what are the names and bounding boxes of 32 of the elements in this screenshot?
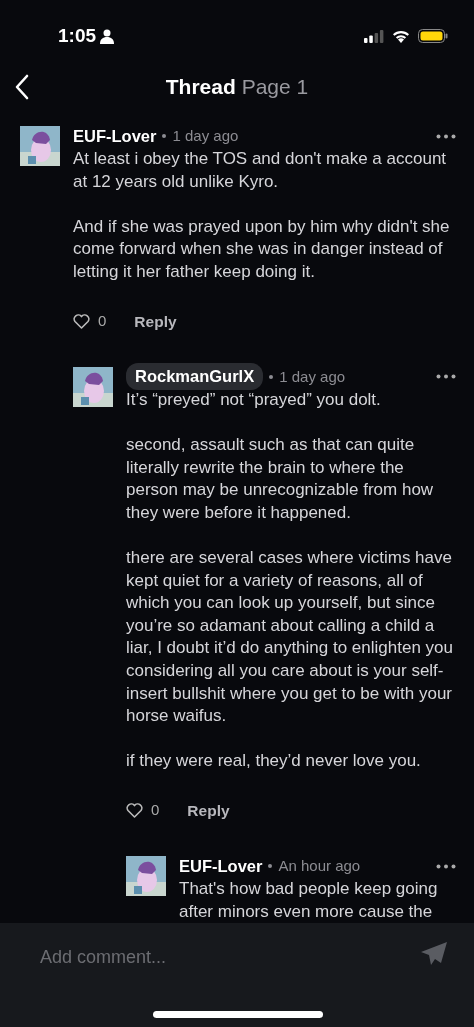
page-title: Thread Page 1	[165, 74, 309, 101]
heart-icon[interactable]	[73, 313, 90, 329]
wifi-icon	[392, 29, 410, 43]
comment-text: That's how bad people keep going after minors even more cause the	[179, 878, 439, 923]
comment-time: An hour ago	[278, 855, 361, 876]
like-count: 0	[98, 310, 107, 331]
signal-icon	[364, 29, 384, 43]
person-icon	[100, 28, 115, 44]
battery-icon	[418, 29, 448, 43]
comment-text: second, assault such as that can quite literally rewrite the brain to where the person may be unrecognizable from how they were before it happened.	[126, 434, 435, 524]
comment-time: 1 day ago	[279, 366, 346, 387]
comment-text: And if she was prayed upon by him why didn't she come forward when she was in danger instead of letting it her father keep doing it.	[73, 215, 451, 283]
separator-dot	[162, 134, 167, 138]
comment-text: At least i obey the TOS and don't make a account at 12 years old unlike Kyro.	[73, 148, 448, 193]
reply-button[interactable]: Reply	[187, 798, 230, 823]
author-tag: RockmanGurlX	[126, 363, 264, 391]
more-icon[interactable]	[436, 863, 456, 869]
author-name: EUF-Lover	[179, 855, 263, 877]
comment-text: there are several cases where victims have kept quiet for a variety of reasons, all of which you can look up yourself, but since you’re so adamant about calling a child a liar, I doubt it’d do anything to enlighten you considering all you care about is your self-insert bullshit where you get to be with your horse waifus.	[126, 546, 454, 728]
comment-time: 1 day ago	[172, 125, 239, 146]
more-icon[interactable]	[436, 133, 456, 139]
like-count: 0	[151, 800, 160, 821]
author-name: EUF-Lover	[73, 125, 157, 147]
clock-time: 1:05	[58, 23, 97, 48]
separator-dot	[269, 374, 274, 379]
reply-button[interactable]: Reply	[134, 309, 177, 333]
send-button[interactable]	[420, 941, 448, 967]
comment-text: if they were real, they’d never love you.	[126, 750, 422, 773]
more-icon[interactable]	[436, 374, 456, 380]
separator-dot	[268, 864, 273, 869]
heart-icon[interactable]	[126, 803, 143, 819]
comment-text: It’s “preyed” not “prayed” you dolt.	[126, 388, 382, 411]
